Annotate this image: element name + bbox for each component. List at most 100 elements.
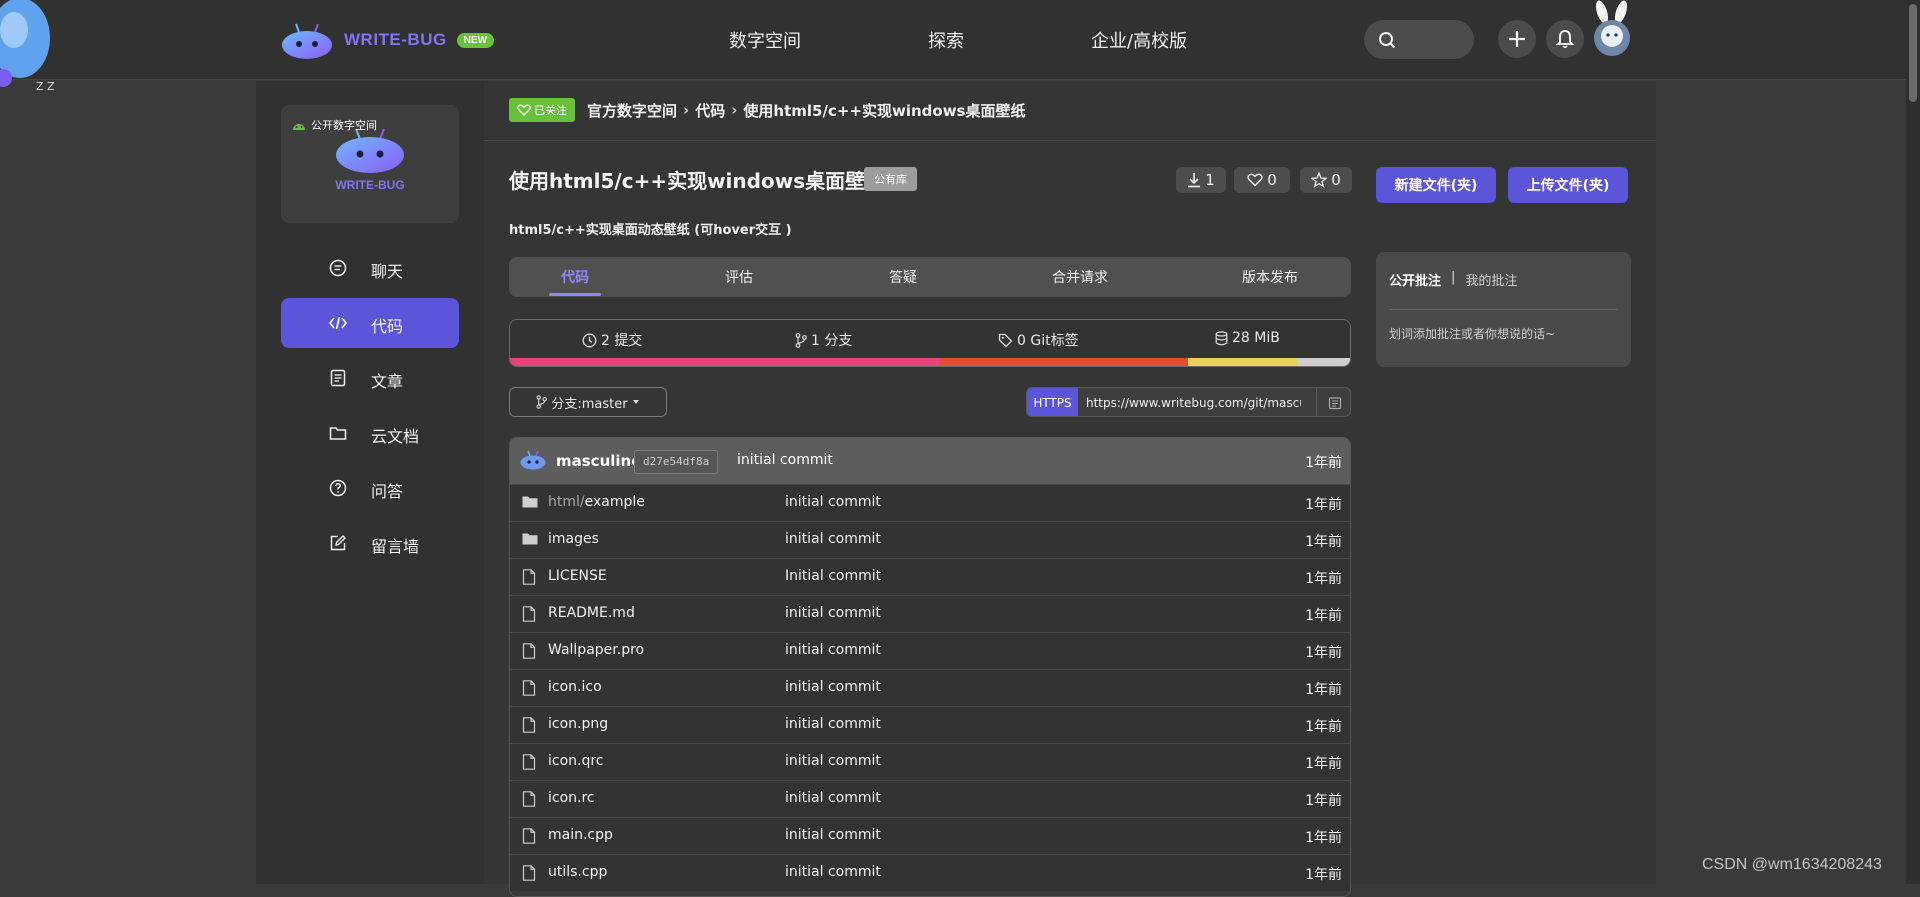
breadcrumb-code[interactable]: 代码: [695, 100, 725, 121]
branches-stat[interactable]: 1 分支: [795, 330, 852, 350]
commit-message[interactable]: initial commit: [737, 452, 833, 468]
bell-icon: [1556, 30, 1574, 49]
commit-hash[interactable]: d27e54df8a: [634, 450, 719, 474]
file-name-text[interactable]: README.md: [548, 605, 635, 621]
clone-protocol-button[interactable]: HTTPS: [1027, 388, 1078, 416]
file-name[interactable]: README.md: [548, 605, 635, 621]
file-commit-message[interactable]: initial commit: [785, 753, 881, 769]
file-commit-message[interactable]: initial commit: [785, 864, 881, 880]
tab-code[interactable]: 代码: [561, 267, 589, 287]
tab-releases[interactable]: 版本发布: [1242, 267, 1298, 287]
file-name-text[interactable]: utils.cpp: [548, 864, 607, 880]
file-name-text[interactable]: icon.ico: [548, 679, 602, 695]
commits-stat[interactable]: 2 提交: [582, 330, 642, 350]
repo-tabs: 代码 评估 答疑 合并请求 版本发布: [509, 257, 1351, 297]
sidebar-item-article[interactable]: 文章: [281, 353, 459, 403]
commits-stat-label: 2 提交: [601, 333, 643, 349]
tab-evaluation[interactable]: 评估: [725, 267, 753, 287]
file-name-text[interactable]: Wallpaper.pro: [548, 642, 644, 658]
create-button[interactable]: [1498, 20, 1536, 58]
sidebar-item-message-wall[interactable]: 留言墙: [281, 518, 459, 568]
file-name[interactable]: icon.qrc: [548, 753, 604, 769]
file-name[interactable]: icon.png: [548, 716, 608, 732]
file-commit-message[interactable]: initial commit: [785, 494, 881, 510]
star-icon: [1311, 172, 1328, 188]
notifications-button[interactable]: [1546, 20, 1584, 58]
sidebar-item-label: 问答: [371, 482, 404, 501]
file-name[interactable]: main.cpp: [548, 827, 613, 843]
file-name-text[interactable]: icon.png: [548, 716, 608, 732]
file-path-prefix[interactable]: html/: [548, 494, 585, 510]
sidebar-item-cloud-docs[interactable]: 云文档: [281, 408, 459, 458]
tab-merge-requests[interactable]: 合并请求: [1052, 267, 1108, 287]
file-commit-message[interactable]: initial commit: [785, 790, 881, 806]
file-row[interactable]: utils.cpp initial commit 1年前: [510, 854, 1350, 891]
download-count[interactable]: 1: [1176, 167, 1226, 193]
search-input[interactable]: [1364, 20, 1474, 59]
file-commit-message[interactable]: initial commit: [785, 642, 881, 658]
nav-explore[interactable]: 探索: [928, 27, 964, 53]
upload-file-button[interactable]: 上传文件(夹): [1508, 167, 1628, 203]
sidebar-item-label: 代码: [371, 317, 404, 336]
copy-url-button[interactable]: [1316, 388, 1350, 416]
branch-selector[interactable]: 分支:master: [509, 387, 667, 417]
file-commit-message[interactable]: initial commit: [785, 716, 881, 732]
file-commit-time: 1年前: [1305, 830, 1342, 846]
tab-public-annotations[interactable]: 公开批注: [1389, 270, 1441, 289]
file-row[interactable]: LICENSE Initial commit 1年前: [510, 558, 1350, 595]
tags-stat[interactable]: 0 Git标签: [998, 330, 1079, 350]
nav-digital-space[interactable]: 数字空间: [729, 27, 801, 53]
page-scrollbar[interactable]: [1906, 0, 1920, 884]
file-name[interactable]: html/example: [548, 494, 645, 510]
file-name[interactable]: utils.cpp: [548, 864, 607, 880]
star-count[interactable]: 0: [1300, 167, 1352, 193]
file-commit-message[interactable]: initial commit: [785, 605, 881, 621]
sidebar-item-chat[interactable]: 聊天: [281, 243, 459, 293]
file-name-text[interactable]: example: [585, 494, 645, 510]
file-name[interactable]: images: [548, 531, 599, 547]
sidebar-item-qa[interactable]: 问答: [281, 463, 459, 513]
file-row[interactable]: icon.ico initial commit 1年前: [510, 669, 1350, 706]
folder-icon: [522, 495, 538, 509]
file-name-text[interactable]: icon.qrc: [548, 753, 604, 769]
file-row[interactable]: icon.png initial commit 1年前: [510, 706, 1350, 743]
like-count-value: 0: [1267, 171, 1277, 189]
file-row[interactable]: icon.rc initial commit 1年前: [510, 780, 1350, 817]
like-count[interactable]: 0: [1234, 167, 1290, 193]
breadcrumb-official-space[interactable]: 官方数字空间: [587, 100, 677, 121]
file-name-text[interactable]: icon.rc: [548, 790, 595, 806]
new-file-button[interactable]: 新建文件(夹): [1376, 167, 1496, 203]
file-name[interactable]: icon.rc: [548, 790, 595, 806]
file-name-text[interactable]: LICENSE: [548, 568, 607, 584]
chevron-right-icon: ›: [731, 101, 738, 119]
commit-author[interactable]: masculine: [556, 452, 641, 470]
file-name[interactable]: LICENSE: [548, 568, 607, 584]
site-logo[interactable]: WRITE-BUG NEW: [280, 20, 495, 60]
clone-url-input[interactable]: https://www.writebug.com/git/masculine: [1086, 388, 1301, 416]
file-name-text[interactable]: main.cpp: [548, 827, 613, 843]
user-avatar[interactable]: [1590, 0, 1634, 58]
file-name[interactable]: icon.ico: [548, 679, 602, 695]
file-row[interactable]: images initial commit 1年前: [510, 521, 1350, 558]
file-commit-message[interactable]: Initial commit: [785, 568, 881, 584]
file-row[interactable]: html/example initial commit 1年前: [510, 484, 1350, 521]
nav-enterprise[interactable]: 企业/高校版: [1091, 27, 1187, 53]
file-row[interactable]: icon.qrc initial commit 1年前: [510, 743, 1350, 780]
follow-button[interactable]: 已关注: [509, 98, 575, 122]
file-commit-message[interactable]: initial commit: [785, 531, 881, 547]
file-name[interactable]: Wallpaper.pro: [548, 642, 644, 658]
sidebar-item-code[interactable]: 代码: [281, 298, 459, 348]
file-row[interactable]: main.cpp initial commit 1年前: [510, 817, 1350, 854]
tab-qa[interactable]: 答疑: [889, 267, 917, 287]
branch-selector-label: 分支:master: [551, 396, 628, 412]
file-row[interactable]: Wallpaper.pro initial commit 1年前: [510, 632, 1350, 669]
file-name-text[interactable]: images: [548, 531, 599, 547]
tab-my-annotations[interactable]: 我的批注: [1465, 270, 1517, 289]
repo-stats-bar: 2 提交 1 分支 0 Git标签 28 MiB: [509, 319, 1351, 367]
file-commit-message[interactable]: initial commit: [785, 679, 881, 695]
digital-space-card[interactable]: 公开数字空间 WRITE-BUG: [281, 105, 459, 223]
file-row[interactable]: README.md initial commit 1年前: [510, 595, 1350, 632]
file-commit-message[interactable]: initial commit: [785, 827, 881, 843]
space-label-text: 公开数字空间: [311, 119, 377, 132]
scrollbar-thumb[interactable]: [1909, 4, 1917, 102]
